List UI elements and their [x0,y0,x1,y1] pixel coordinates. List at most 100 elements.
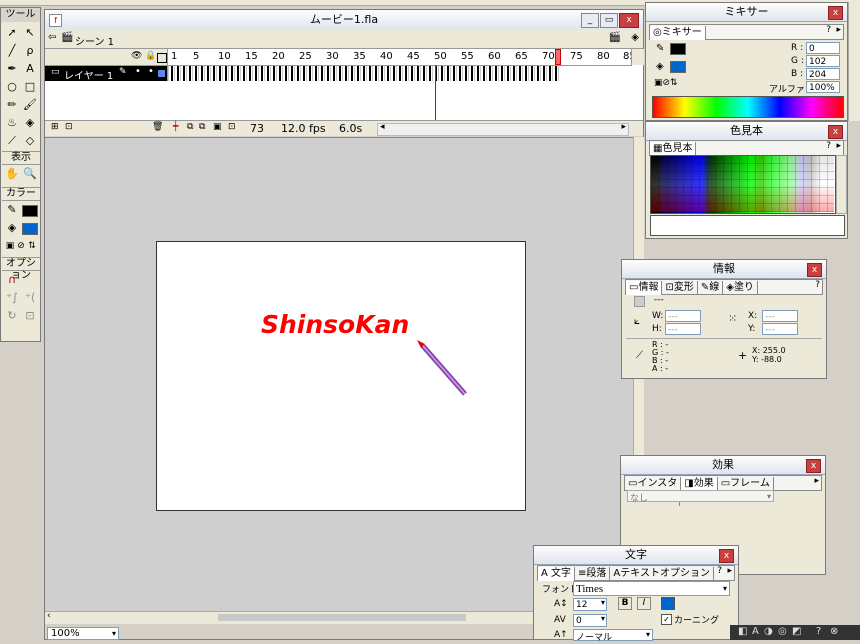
center-frame-icon[interactable]: ┿ [173,122,178,132]
pen-tool-icon[interactable]: ✒ [4,61,20,77]
info-help-icon[interactable]: ? [815,280,820,290]
layer-color-box[interactable] [158,70,165,77]
subselect-tool-icon[interactable]: ↖ [22,25,38,41]
swatches-scroll[interactable] [836,155,847,214]
mixer-close-button[interactable]: x [828,6,843,20]
onion-outline-icon[interactable]: ⧉ [199,122,205,132]
close-button[interactable]: x [619,13,639,28]
add-guide-icon[interactable]: ⊡ [65,122,73,132]
rotate-icon[interactable]: ↻ [4,308,20,324]
swap-colors-icon[interactable]: ⇅ [24,238,40,254]
paragraph-tab[interactable]: ≡段落 [575,567,611,581]
text-color-swatch[interactable] [661,597,675,610]
position-chevron-down-icon[interactable]: ▾ [646,630,650,640]
hscroll-left-icon[interactable]: ‹ [47,611,51,621]
mixer-fill-swatch[interactable] [670,61,686,73]
green-input[interactable]: 102 [806,55,840,67]
scale-icon[interactable]: ⊡ [22,308,38,324]
effects-more-icon[interactable]: ▸ [814,476,819,486]
mixer-panel-scroll[interactable] [848,2,860,121]
y-field[interactable]: --- [762,323,798,335]
frame-cells[interactable] [167,66,559,81]
effects-close-button[interactable]: x [806,459,821,473]
frame-tab[interactable]: ▭フレーム [718,477,774,491]
character-close-button[interactable]: x [719,549,734,563]
edit-symbol-icon[interactable]: ◈ [631,32,639,43]
trash-icon[interactable]: 🗑 [152,122,163,132]
tray-help-icon[interactable]: ? [816,626,821,637]
character-help-icon[interactable]: ? [717,566,722,576]
edit-multiple-icon[interactable]: ▣ [213,122,222,132]
onion-markers-icon[interactable]: ⊡ [228,122,236,132]
hand-tool-icon[interactable]: ✋ [4,166,20,182]
registration-grid-icon[interactable]: ⁙ [728,312,737,325]
zoom-select[interactable]: 100% ▾ [47,627,119,640]
h-field[interactable]: --- [665,323,701,335]
effect-chevron-down-icon[interactable]: ▾ [767,491,771,502]
text-options-tab[interactable]: Aテキストオプション [610,567,714,581]
position-select[interactable]: ノーマル ▾ [573,629,653,643]
tracking-chevron-icon[interactable]: ▾ [601,614,605,623]
ink-bottle-tool-icon[interactable]: ♨ [4,115,20,131]
instance-tab[interactable]: ▭インスタ [625,477,682,491]
stroke-color-swatch[interactable] [22,205,38,217]
kerning-checkbox[interactable]: ✓ [661,614,672,625]
info-tab[interactable]: ▭情報 [626,281,663,295]
mixer-tab[interactable]: ◎ミキサー [650,26,706,40]
font-select[interactable]: Times ▾ [573,581,730,596]
fill-tab[interactable]: ◈塗り [723,281,758,295]
tray-icon-5[interactable]: ◩ [792,626,801,637]
edit-scene-icon[interactable]: 🎬 [609,32,621,43]
arrow-tool-icon[interactable]: ➚ [4,25,20,41]
stage[interactable]: ShinsoKan [156,241,526,511]
x-field[interactable]: --- [762,310,798,322]
lock-icon[interactable]: 🔒 [145,51,156,61]
character-tab[interactable]: A 文字 [538,567,576,581]
effect-select[interactable]: なし ▾ [627,490,774,504]
swatches-tab[interactable]: ▦色見本 [650,142,697,156]
font-size-chevron-icon[interactable]: ▾ [601,598,605,607]
swatches-help-icon[interactable]: ? [826,141,831,151]
transform-tab[interactable]: ⊡変形 [662,281,698,295]
minimize-button[interactable]: _ [581,13,599,28]
lasso-tool-icon[interactable]: ρ [22,43,38,59]
brush-tool-icon[interactable]: 🖌 [22,97,38,113]
w-field[interactable]: --- [665,310,701,322]
straighten-icon[interactable]: ⁺⟨ [22,290,38,306]
stroke-tab[interactable]: ✎線 [698,281,724,295]
tray-icon-7[interactable]: ⊗ [830,626,838,637]
playhead[interactable] [555,49,561,65]
tray-icon-4[interactable]: ◎ [778,626,787,637]
eye-icon[interactable]: 👁 [131,51,142,61]
eyedropper-tool-icon[interactable]: ⟋ [4,133,20,149]
blue-input[interactable]: 204 [806,68,840,80]
tray-icon-1[interactable]: ◧ [738,626,747,637]
swatches-menu-icon[interactable]: ▸ [836,141,841,151]
fill-color-swatch[interactable] [22,223,38,235]
paint-bucket-tool-icon[interactable]: ◈ [22,115,38,131]
text-tool-icon[interactable]: A [22,61,38,77]
oval-tool-icon[interactable]: ○ [4,79,20,95]
alpha-input[interactable]: 100% [806,81,840,93]
mixer-default-icon[interactable]: ▣⊘⇅ [654,78,678,88]
swatches-close-button[interactable]: x [828,125,843,139]
rectangle-tool-icon[interactable]: □ [22,79,38,95]
onion-skin-icon[interactable]: ⧉ [187,122,193,132]
tray-icon-2[interactable]: A [752,626,759,637]
outline-icon[interactable] [157,53,167,63]
timeline-hscroll[interactable]: ◂ ▸ [377,122,629,136]
effect-tab[interactable]: ◨効果 [681,477,718,491]
swatch-gradients[interactable] [650,215,845,236]
timeline-scroll-right[interactable] [631,49,644,65]
zoom-tool-icon[interactable]: 🔍 [22,166,38,182]
pencil-tool-icon[interactable]: ✏ [4,97,20,113]
hscroll-thumb[interactable] [218,614,466,621]
restore-button[interactable]: ▭ [600,13,618,28]
scroll-right-arrow-icon[interactable]: ▸ [621,122,626,132]
layer-lock-dot[interactable]: • [148,66,154,77]
back-arrow-icon[interactable]: ⇦ [48,32,56,43]
eraser-tool-icon[interactable]: ◇ [22,133,38,149]
magnet-snap-icon[interactable]: ∩ [4,272,20,288]
stage-text[interactable]: ShinsoKan [261,310,409,339]
help-icon[interactable]: ? [826,25,831,35]
